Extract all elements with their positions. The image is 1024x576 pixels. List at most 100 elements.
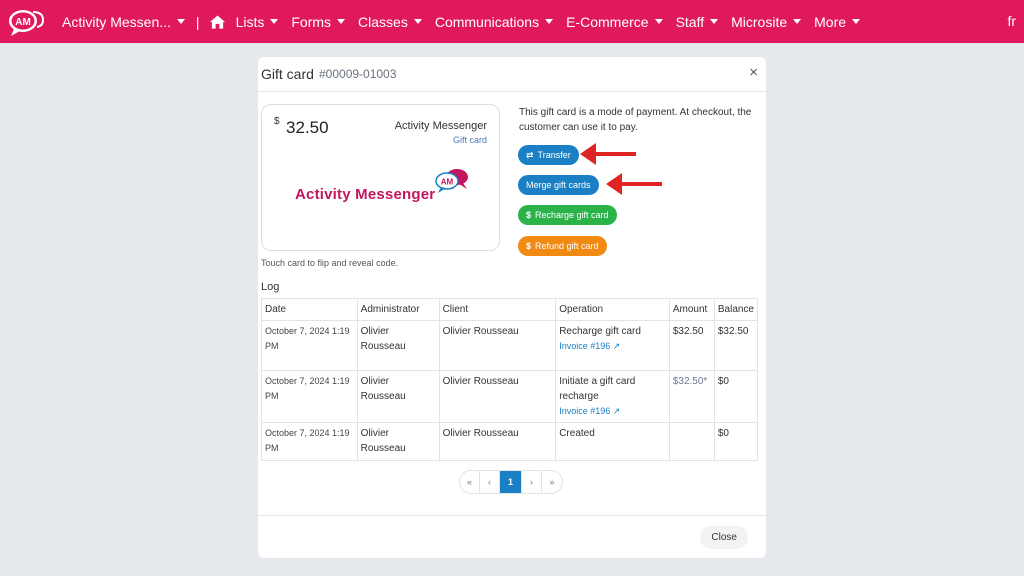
column-header: Balance [713,298,759,321]
card-currency: $ [274,116,280,127]
card-type: Gift card [452,135,487,145]
close-icon[interactable]: × [749,64,758,81]
column-header: Operation [555,298,670,321]
annotation-arrow-icon [606,173,662,195]
home-icon[interactable] [209,14,225,29]
external-link-icon: ↗ [612,341,621,351]
annotation-arrow-icon [580,143,636,165]
cell-operation: Recharge gift card Invoice #196 ↗ [555,320,670,371]
invoice-link[interactable]: Invoice #196 ↗ [559,404,666,419]
cell-date: October 7, 2024 1:19 PM [261,422,358,461]
nav-item-forms[interactable]: Forms [291,13,346,30]
nav-item-more[interactable]: More [814,13,861,30]
invoice-link[interactable]: Invoice #196 ↗ [559,339,666,354]
nav-item-microsite[interactable]: Microsite [731,13,802,30]
table-row: October 7, 2024 1:19 PM Olivier Rousseau… [261,370,759,423]
nav-item-lists[interactable]: Lists [236,14,279,30]
nav-item-label: Microsite [731,13,788,30]
page-prev-button[interactable]: ‹ [480,471,500,493]
cell-administrator: Olivier Rousseau [356,320,440,371]
gift-card-modal: Gift card #00009-01003 × $ 32.50 Activit… [258,57,766,558]
cell-amount: $32.50* [668,370,715,423]
table-header-row: Date Administrator Client Operation Amou… [261,298,759,321]
cell-client: Olivier Rousseau [438,320,557,371]
refund-label: Refund gift card [535,241,599,251]
caret-down-icon [176,19,185,24]
activity-messenger-logo[interactable]: AM [6,6,46,38]
operation-text: Initiate a gift card recharge [559,376,636,402]
nav-item-label: Forms [291,13,332,30]
cell-administrator: Olivier Rousseau [356,370,440,423]
nav-item-activity-messenger[interactable]: Activity Messen... [62,14,185,30]
invoice-link-text: Invoice #196 [559,406,611,416]
language-switch[interactable]: fr [1007,13,1016,29]
caret-down-icon [270,19,279,24]
page-next-button[interactable]: › [522,471,542,493]
nav-separator: | [195,13,200,30]
cell-operation: Created [555,422,670,461]
refund-gift-card-button[interactable]: $ Refund gift card [518,236,607,256]
merge-gift-cards-button[interactable]: Merge gift cards [518,175,599,195]
nav-item-label: Communications [434,13,540,30]
cell-date: October 7, 2024 1:19 PM [261,370,358,423]
cell-administrator: Olivier Rousseau [356,422,440,461]
touch-hint: Touch card to flip and reveal code. [261,258,399,268]
cell-balance: $32.50 [713,320,759,371]
recharge-label: Recharge gift card [535,210,609,220]
cell-balance: $0 [713,422,759,461]
card-amount: 32.50 [286,118,329,137]
cell-amount [668,422,715,461]
caret-down-icon [413,19,422,24]
gift-card-description: This gift card is a mode of payment. At … [519,107,752,133]
gift-card-number: #00009-01003 [319,67,397,81]
column-header: Date [261,298,358,321]
modal-header: Gift card #00009-01003 × [258,57,766,92]
caret-down-icon [793,19,802,24]
cell-client: Olivier Rousseau [438,422,557,461]
page-last-button[interactable]: » [542,471,562,493]
nav-item-label: Activity Messen... [62,13,171,30]
pagination: « ‹ 1 › » [459,470,563,494]
nav-item-label: More [814,13,847,30]
card-brand: Activity Messenger [394,120,487,132]
caret-down-icon [710,19,719,24]
external-link-icon: ↗ [612,406,621,416]
nav-item-label: Lists [235,13,265,30]
nav-item-classes[interactable]: Classes [358,14,422,30]
nav-item-label: Classes [358,13,408,30]
close-button[interactable]: Close [700,526,748,549]
nav-item-ecommerce[interactable]: E-Commerce [566,13,663,30]
transfer-label: Transfer [537,150,571,160]
nav-item-label: E-Commerce [566,13,649,30]
recharge-gift-card-button[interactable]: $ Recharge gift card [518,205,617,225]
nav-item-label: Staff [675,13,705,30]
caret-down-icon [654,19,663,24]
column-header: Administrator [356,298,440,321]
nav-item-staff[interactable]: Staff [676,14,719,30]
column-header: Client [438,298,557,321]
cell-client: Olivier Rousseau [438,370,557,423]
top-navbar: AM Activity Messen... | Lists Forms Clas… [0,0,1024,43]
table-row: October 7, 2024 1:19 PM Olivier Rousseau… [261,320,759,371]
log-heading: Log [261,281,280,293]
transfer-button[interactable]: ⇄ Transfer [518,145,579,165]
caret-down-icon [545,19,554,24]
caret-down-icon [337,19,346,24]
cell-date: October 7, 2024 1:19 PM [261,320,358,371]
invoice-link-text: Invoice #196 [559,341,611,351]
operation-text: Recharge gift card [559,326,641,337]
modal-footer: Close [258,515,766,558]
page-current-button[interactable]: 1 [500,471,522,493]
column-header: Amount [668,298,715,321]
caret-down-icon [852,19,861,24]
logo-text: AM [15,17,31,28]
card-logo-icon: AM [435,169,468,193]
dollar-icon: $ [526,241,532,251]
transfer-icon: ⇄ [526,149,534,160]
nav-item-communications[interactable]: Communications [434,13,554,30]
gift-card-preview[interactable]: $ 32.50 Activity Messenger Gift card Act… [261,104,500,251]
dollar-icon: $ [526,210,532,220]
page-first-button[interactable]: « [460,471,480,493]
cell-amount: $32.50 [668,320,715,371]
cell-balance: $0 [713,370,759,423]
